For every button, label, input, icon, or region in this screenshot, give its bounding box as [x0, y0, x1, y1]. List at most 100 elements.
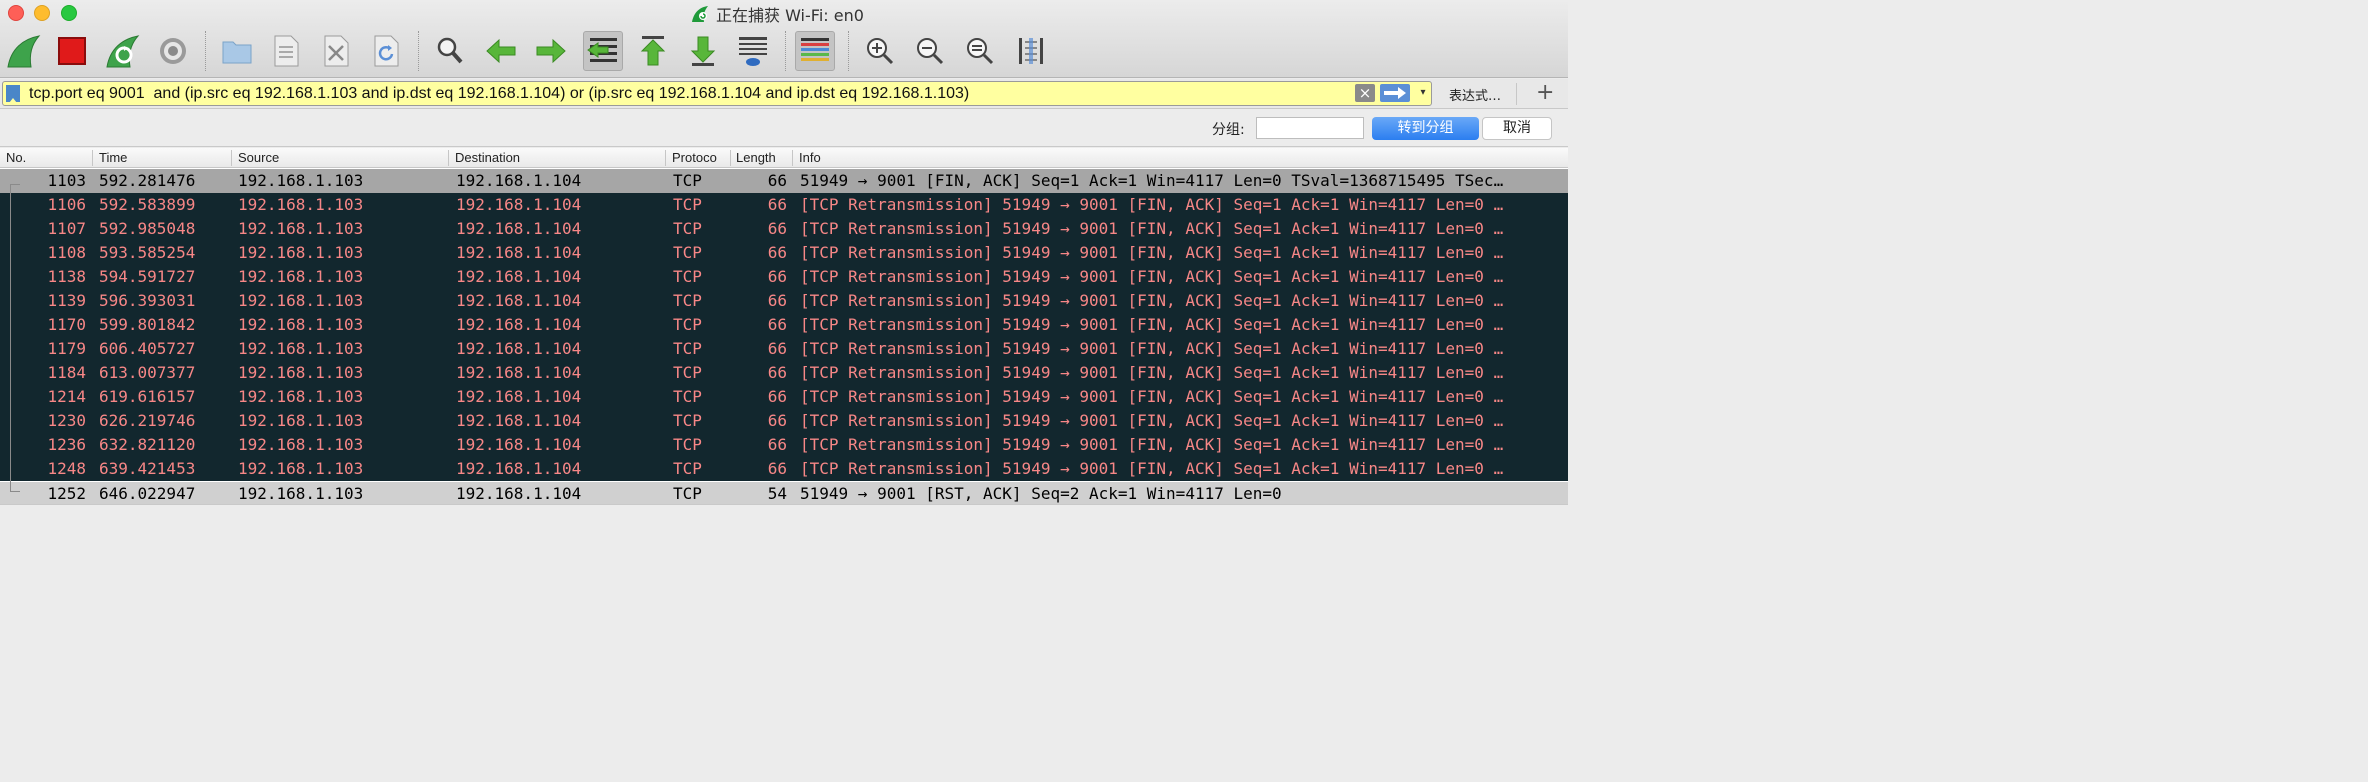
zoom-normal-button[interactable]: [960, 31, 1000, 71]
column-divider[interactable]: [792, 150, 793, 166]
stop-capture-button[interactable]: [52, 31, 92, 71]
column-header-time[interactable]: Time: [99, 150, 127, 165]
packet-row[interactable]: 1170 599.801842 192.168.1.103 192.168.1.104…: [0, 313, 1568, 337]
packet-protocol: TCP: [673, 411, 702, 430]
find-packet-button[interactable]: [430, 31, 470, 71]
conversation-bracket-end: [10, 491, 20, 492]
packet-source: 192.168.1.103: [238, 195, 364, 214]
packet-time: 626.219746: [99, 411, 196, 430]
packet-row[interactable]: 1139 596.393031 192.168.1.103 192.168.1.104…: [0, 289, 1568, 313]
auto-scroll-icon: [739, 37, 767, 66]
column-header-length[interactable]: Length: [736, 150, 776, 165]
window-zoom-button[interactable]: [61, 5, 77, 21]
packet-row[interactable]: 1248 639.421453 192.168.1.103 192.168.1.104…: [0, 457, 1568, 481]
packet-row[interactable]: 1138 594.591727 192.168.1.103 192.168.1.104…: [0, 265, 1568, 289]
packet-number-input[interactable]: [1256, 117, 1364, 139]
packet-list[interactable]: No. Time Source Destination Protoco Leng…: [0, 148, 1568, 512]
column-header-protocol[interactable]: Protoco: [672, 150, 717, 165]
column-header-destination[interactable]: Destination: [455, 150, 520, 165]
packet-row[interactable]: 1107 592.985048 192.168.1.103 192.168.1.104…: [0, 217, 1568, 241]
column-header-no[interactable]: No.: [6, 150, 26, 165]
go-to-packet-button[interactable]: [583, 31, 623, 71]
column-divider[interactable]: [92, 150, 93, 166]
packet-time: 646.022947: [99, 484, 196, 503]
start-capture-button[interactable]: [3, 31, 43, 71]
packet-length: 66: [767, 387, 787, 406]
reload-file-button[interactable]: [366, 31, 406, 71]
column-divider[interactable]: [730, 150, 731, 166]
close-file-button[interactable]: [316, 31, 356, 71]
packet-row[interactable]: 1179 606.405727 192.168.1.103 192.168.1.104…: [0, 337, 1568, 361]
go-to-packet-confirm-button[interactable]: 转到分组: [1372, 117, 1479, 140]
column-header-source[interactable]: Source: [238, 150, 279, 165]
column-divider[interactable]: [665, 150, 666, 166]
open-file-button[interactable]: [217, 31, 257, 71]
packet-row[interactable]: 1230 626.219746 192.168.1.103 192.168.1.104…: [0, 409, 1568, 433]
expression-button[interactable]: 表达式…: [1449, 85, 1501, 104]
packet-length: 66: [767, 171, 787, 190]
find-packet-icon: [437, 37, 463, 64]
go-back-button[interactable]: [481, 31, 521, 71]
packet-protocol: TCP: [673, 363, 702, 382]
toolbar-separator: [205, 31, 206, 71]
packet-protocol: TCP: [673, 243, 702, 262]
packet-length: 66: [767, 459, 787, 478]
packet-destination: 192.168.1.104: [456, 195, 582, 214]
packet-number: 1248: [47, 459, 86, 478]
packet-number: 1107: [47, 219, 86, 238]
packet-row[interactable]: 1252 646.022947 192.168.1.103 192.168.1.104…: [0, 482, 1568, 506]
display-filter-input[interactable]: [29, 82, 1349, 105]
zoom-in-button[interactable]: [860, 31, 900, 71]
packet-row[interactable]: 1108 593.585254 192.168.1.103 192.168.1.104…: [0, 241, 1568, 265]
restart-capture-icon: [106, 35, 140, 68]
packet-destination: 192.168.1.104: [456, 484, 582, 503]
packet-length: 66: [767, 315, 787, 334]
packet-length: 66: [767, 435, 787, 454]
clear-filter-button[interactable]: ×: [1355, 84, 1375, 102]
window-close-button[interactable]: [8, 5, 24, 21]
packet-row[interactable]: 1184 613.007377 192.168.1.103 192.168.1.104…: [0, 361, 1568, 385]
apply-filter-button[interactable]: [1380, 84, 1410, 102]
packet-protocol: TCP: [673, 484, 702, 503]
column-divider[interactable]: [448, 150, 449, 166]
column-header-info[interactable]: Info: [799, 150, 821, 165]
toolbar-separator: [785, 31, 786, 71]
go-first-packet-button[interactable]: [633, 31, 673, 71]
zoom-in-icon: [867, 38, 894, 65]
packet-row[interactable]: 1103 592.281476 192.168.1.103 192.168.1.104…: [0, 169, 1568, 193]
window-minimize-button[interactable]: [34, 5, 50, 21]
packet-row[interactable]: 1106 592.583899 192.168.1.103 192.168.1.104…: [0, 193, 1568, 217]
packet-row[interactable]: 1236 632.821120 192.168.1.103 192.168.1.104…: [0, 433, 1568, 457]
auto-scroll-button[interactable]: [733, 31, 773, 71]
restart-capture-button[interactable]: [102, 31, 142, 71]
colorize-button[interactable]: [795, 31, 835, 71]
packet-length: 66: [767, 267, 787, 286]
packet-destination: 192.168.1.104: [456, 267, 582, 286]
go-last-packet-button[interactable]: [683, 31, 723, 71]
packet-source: 192.168.1.103: [238, 243, 364, 262]
packet-destination: 192.168.1.104: [456, 219, 582, 238]
save-file-button[interactable]: [266, 31, 306, 71]
packet-number: 1108: [47, 243, 86, 262]
packet-source: 192.168.1.103: [238, 459, 364, 478]
zoom-out-button[interactable]: [910, 31, 950, 71]
packet-protocol: TCP: [673, 267, 702, 286]
packet-length: 66: [767, 243, 787, 262]
packet-length: 66: [767, 363, 787, 382]
resize-columns-button[interactable]: [1011, 31, 1051, 71]
filter-bookmark-icon[interactable]: [6, 85, 20, 103]
cancel-button[interactable]: 取消: [1482, 117, 1552, 140]
packet-number: 1103: [47, 171, 86, 190]
column-divider[interactable]: [231, 150, 232, 166]
close-file-icon: [324, 35, 349, 67]
packet-time: 639.421453: [99, 459, 196, 478]
packet-list-bottom-edge: [0, 504, 1568, 512]
packet-info: [TCP Retransmission] 51949 → 9001 [FIN, …: [800, 387, 1504, 406]
packet-protocol: TCP: [673, 219, 702, 238]
go-forward-button[interactable]: [531, 31, 571, 71]
packet-time: 599.801842: [99, 315, 196, 334]
filter-history-dropdown[interactable]: ▾: [1416, 84, 1430, 102]
capture-options-button[interactable]: [153, 31, 193, 71]
add-filter-button[interactable]: +: [1536, 80, 1554, 105]
packet-row[interactable]: 1214 619.616157 192.168.1.103 192.168.1.104…: [0, 385, 1568, 409]
